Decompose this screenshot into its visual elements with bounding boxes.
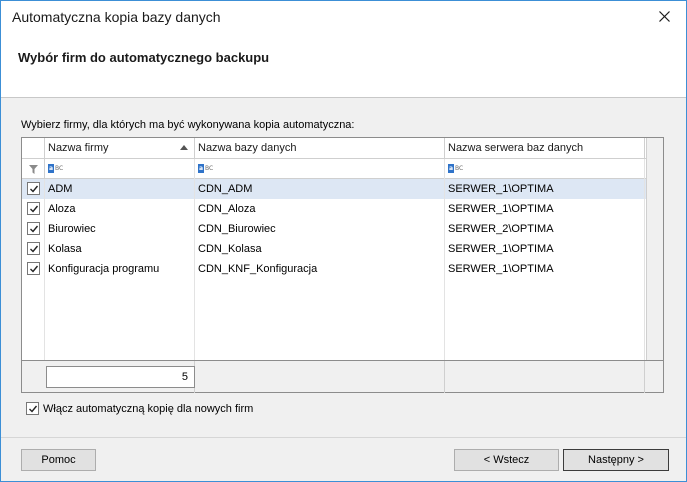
row-checkbox[interactable] bbox=[27, 202, 40, 215]
cell-firm: Konfiguracja programu bbox=[45, 259, 195, 279]
title-bar: Automatyczna kopia bazy danych bbox=[1, 1, 686, 32]
cell-firm: Kolasa bbox=[45, 239, 195, 259]
close-icon bbox=[658, 11, 670, 22]
cell-database: CDN_ADM bbox=[195, 179, 445, 199]
cell-server: SERWER_1\OPTIMA bbox=[445, 239, 645, 259]
row-checkbox-cell bbox=[22, 199, 45, 219]
table-row[interactable]: Biurowiec CDN_Biurowiec SERWER_2\OPTIMA bbox=[22, 219, 663, 239]
cell-server: SERWER_1\OPTIMA bbox=[445, 179, 645, 199]
cell-database: CDN_KNF_Konfiguracja bbox=[195, 259, 445, 279]
cell-firm: Biurowiec bbox=[45, 219, 195, 239]
checkmark-icon bbox=[30, 245, 39, 253]
next-button[interactable]: Następny > bbox=[563, 449, 669, 471]
checkmark-icon bbox=[30, 185, 39, 193]
dialog-window: Automatyczna kopia bazy danych Wybór fir… bbox=[0, 0, 687, 482]
filter-indicator-cell[interactable] bbox=[22, 159, 45, 179]
cell-server: SERWER_1\OPTIMA bbox=[445, 199, 645, 219]
cell-firm: Aloza bbox=[45, 199, 195, 219]
table-row[interactable]: Aloza CDN_Aloza SERWER_1\OPTIMA bbox=[22, 199, 663, 219]
filter-icon bbox=[29, 165, 38, 174]
filter-cell-database[interactable]: a BC bbox=[195, 159, 445, 179]
cell-server: SERWER_2\OPTIMA bbox=[445, 219, 645, 239]
grid-footer-row: 5 bbox=[22, 360, 663, 393]
row-checkbox[interactable] bbox=[27, 262, 40, 275]
row-checkbox-cell bbox=[22, 179, 45, 199]
row-checkbox[interactable] bbox=[27, 242, 40, 255]
footer-divider bbox=[1, 437, 686, 438]
row-checkbox[interactable] bbox=[27, 222, 40, 235]
grid-empty-area bbox=[45, 279, 195, 361]
table-row[interactable]: Kolasa CDN_Kolasa SERWER_1\OPTIMA bbox=[22, 239, 663, 259]
grid-filter-row: a BC a BC a BC bbox=[22, 159, 663, 179]
firms-grid: Nazwa firmy Nazwa bazy danych Nazwa serw… bbox=[21, 137, 664, 393]
filter-cell-firm[interactable]: a BC bbox=[45, 159, 195, 179]
header-indicator-cell bbox=[22, 138, 45, 159]
grid-empty-area bbox=[22, 279, 45, 361]
column-header-database[interactable]: Nazwa bazy danych bbox=[195, 138, 445, 159]
table-row[interactable]: ADM CDN_ADM SERWER_1\OPTIMA bbox=[22, 179, 663, 199]
column-header-server[interactable]: Nazwa serwera baz danych bbox=[445, 138, 645, 159]
row-checkbox-cell bbox=[22, 239, 45, 259]
checkmark-icon bbox=[30, 225, 39, 233]
help-button[interactable]: Pomoc bbox=[21, 449, 96, 471]
filter-cell-server[interactable]: a BC bbox=[445, 159, 645, 179]
cell-database: CDN_Aloza bbox=[195, 199, 445, 219]
wizard-header: Wybór firm do automatycznego backupu bbox=[1, 32, 686, 98]
vertical-scrollbar[interactable] bbox=[646, 138, 663, 360]
row-checkbox-cell bbox=[22, 219, 45, 239]
close-button[interactable] bbox=[642, 1, 686, 32]
back-button[interactable]: < Wstecz bbox=[454, 449, 559, 471]
checkmark-icon bbox=[29, 405, 38, 413]
column-header-database-label: Nazwa bazy danych bbox=[198, 142, 297, 154]
cell-database: CDN_Kolasa bbox=[195, 239, 445, 259]
grid-empty-area bbox=[445, 279, 645, 361]
cell-firm: ADM bbox=[45, 179, 195, 199]
row-checkbox[interactable] bbox=[27, 182, 40, 195]
column-header-firm[interactable]: Nazwa firmy bbox=[45, 138, 195, 159]
grid-header-row: Nazwa firmy Nazwa bazy danych Nazwa serw… bbox=[22, 138, 663, 159]
text-filter-icon: a BC bbox=[198, 164, 214, 173]
column-header-firm-label: Nazwa firmy bbox=[48, 142, 109, 154]
footer-cell-firm: 5 bbox=[22, 361, 195, 393]
window-title: Automatyczna kopia bazy danych bbox=[12, 9, 221, 25]
footer-cell-server bbox=[445, 361, 645, 393]
column-header-server-label: Nazwa serwera baz danych bbox=[448, 142, 584, 154]
table-row[interactable]: Konfiguracja programu CDN_KNF_Konfigurac… bbox=[22, 259, 663, 279]
page-title: Wybór firm do automatycznego backupu bbox=[18, 50, 270, 65]
row-checkbox-cell bbox=[22, 259, 45, 279]
row-count-summary: 5 bbox=[46, 366, 195, 388]
checkmark-icon bbox=[30, 205, 39, 213]
sort-ascending-icon bbox=[180, 145, 188, 150]
checkmark-icon bbox=[30, 265, 39, 273]
grid-empty-area bbox=[195, 279, 445, 361]
auto-backup-checkbox[interactable] bbox=[26, 402, 39, 415]
instruction-text: Wybierz firmy, dla których ma być wykony… bbox=[21, 119, 355, 131]
footer-cell-database bbox=[195, 361, 445, 393]
text-filter-icon: a BC bbox=[48, 164, 64, 173]
cell-server: SERWER_1\OPTIMA bbox=[445, 259, 645, 279]
text-filter-icon: a BC bbox=[448, 164, 464, 173]
cell-database: CDN_Biurowiec bbox=[195, 219, 445, 239]
auto-backup-label[interactable]: Włącz automatyczną kopię dla nowych firm bbox=[43, 403, 253, 415]
